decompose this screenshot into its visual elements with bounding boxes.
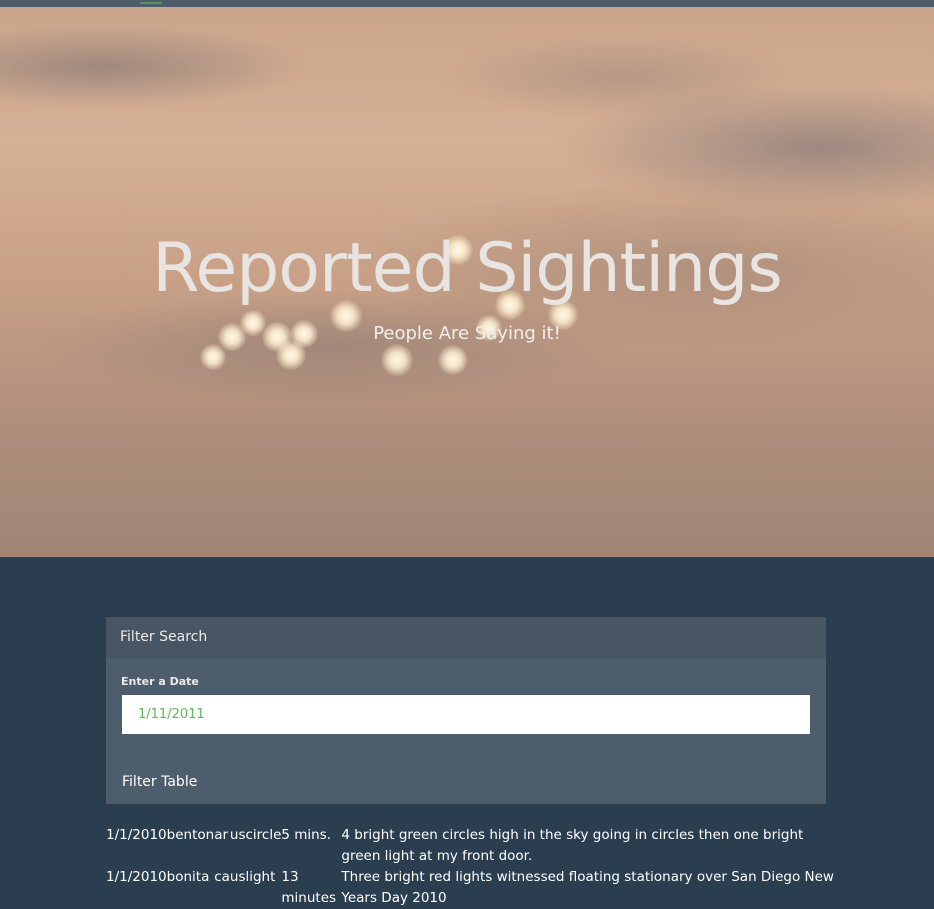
- ufo-light: [276, 340, 306, 370]
- shape-cell: circle: [245, 827, 282, 843]
- duration-cell: 13 minutes: [281, 869, 337, 906]
- city-cell: benton: [166, 827, 215, 843]
- date-field-label: Enter a Date: [121, 675, 199, 688]
- table-row: 1/1/2010 bonita ca us light 13 minutes T…: [106, 867, 836, 909]
- hero-banner: Reported Sightings People Are Saying it!: [0, 7, 934, 557]
- ufo-light: [200, 344, 226, 370]
- comments-cell: 4 bright green circles high in the sky g…: [341, 827, 804, 864]
- top-navbar: [0, 0, 934, 7]
- country-cell: us: [229, 869, 246, 885]
- ufo-light: [381, 344, 413, 376]
- datetime-cell: 1/1/2010: [106, 827, 167, 843]
- filter-panel-heading: Filter Search: [106, 617, 826, 659]
- filter-table-button[interactable]: Filter Table: [122, 774, 197, 790]
- duration-cell: 5 mins.: [281, 827, 332, 843]
- table-row: 1/1/2010 benton ar us circle 5 mins. 4 b…: [106, 825, 836, 867]
- page-subtitle: People Are Saying it!: [373, 323, 561, 344]
- state-cell: ar: [214, 827, 229, 843]
- datetime-cell: 1/1/2010: [106, 869, 167, 885]
- navbar-brand[interactable]: [140, 0, 162, 4]
- state-cell: ca: [214, 869, 230, 885]
- ufo-light: [438, 345, 468, 375]
- filter-panel: Filter Search Enter a Date Filter Table: [106, 617, 826, 804]
- country-cell: us: [229, 827, 246, 843]
- city-cell: bonita: [166, 869, 210, 885]
- page-title: Reported Sightings: [152, 229, 783, 308]
- date-input[interactable]: [122, 695, 810, 734]
- shape-cell: light: [245, 869, 276, 885]
- comments-cell: Three bright red lights witnessed floati…: [341, 869, 834, 906]
- ufo-sightings-table: 1/1/2010 benton ar us circle 5 mins. 4 b…: [106, 825, 836, 909]
